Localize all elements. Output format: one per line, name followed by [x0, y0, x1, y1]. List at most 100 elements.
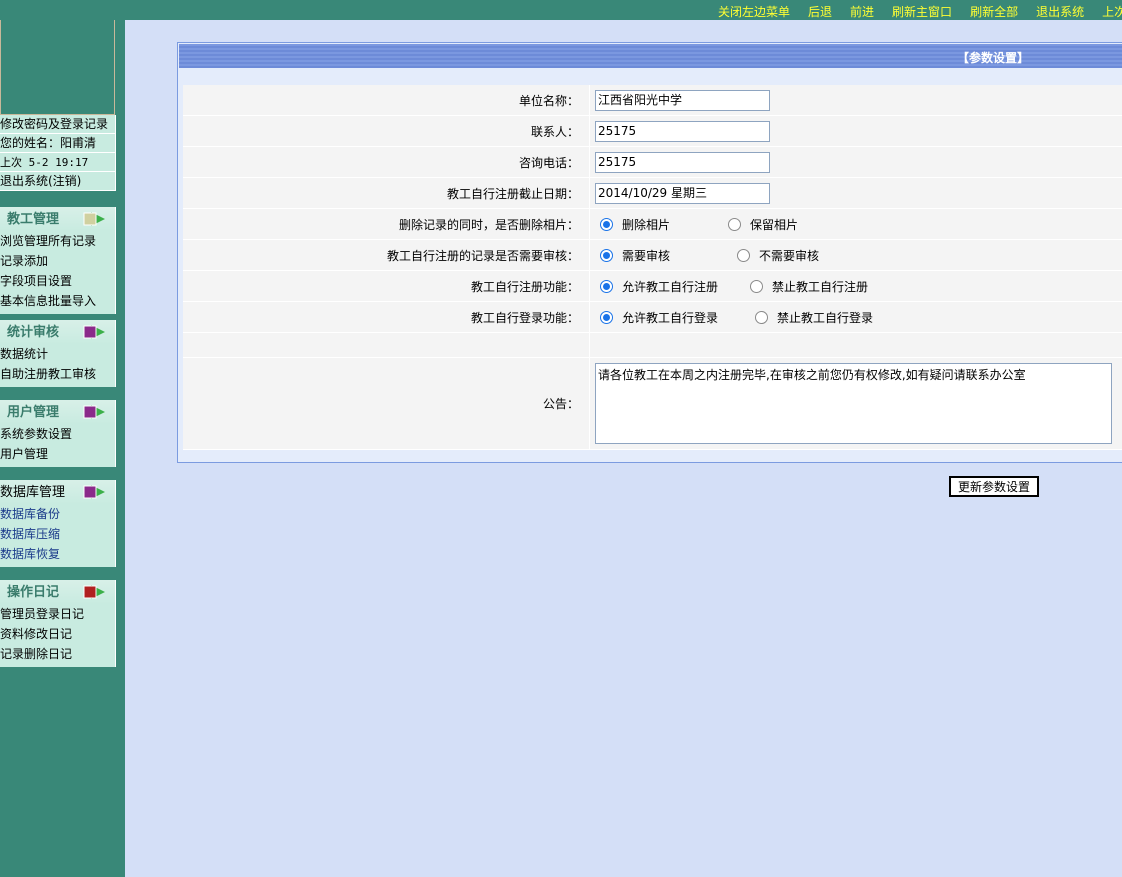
- field-label: 教工自行注册的记录是否需要审核：: [183, 240, 590, 270]
- menu-item[interactable]: 管理员登录日记: [0, 604, 115, 624]
- menu-section-title: 统计审核: [7, 325, 60, 340]
- user-name: 您的姓名：阳甫清: [0, 134, 115, 153]
- radio-label: 删除相片: [622, 217, 671, 232]
- radio-option[interactable]: 禁止教工自行登录: [755, 309, 873, 326]
- menu-item[interactable]: 自助注册教工审核: [0, 364, 115, 384]
- radio-label: 允许教工自行注册: [622, 279, 719, 294]
- radio-button[interactable]: [600, 310, 613, 324]
- panel-header: 【参数设置】: [179, 44, 1122, 68]
- field-label: 删除记录的同时，是否删除相片：: [183, 209, 590, 239]
- radio-option[interactable]: 不需要审核: [737, 247, 819, 264]
- field-label: 联系人：: [183, 116, 590, 146]
- field-label: 单位名称：: [183, 85, 590, 115]
- radio-option[interactable]: 禁止教工自行注册: [750, 278, 868, 295]
- form-row: 删除记录的同时，是否删除相片： 删除相片 保留相片: [183, 209, 1122, 240]
- field-label: 教工自行注册功能：: [183, 271, 590, 301]
- menu-section-3: 数据库管理数据库备份 数据库压缩 数据库恢复: [0, 480, 116, 567]
- field-input[interactable]: 2014/10/29 星期三: [595, 182, 770, 204]
- radio-button[interactable]: [600, 217, 613, 231]
- change-password-link[interactable]: 修改密码及登录记录: [0, 115, 115, 134]
- menu-section-header[interactable]: 统计审核: [0, 320, 115, 344]
- form-row: 教工自行登录功能： 允许教工自行登录 禁止教工自行登录: [183, 302, 1122, 333]
- field-value-cell: 25175: [590, 116, 770, 146]
- menu-section-title: 数据库管理: [0, 485, 66, 500]
- menu-section-header[interactable]: 教工管理: [0, 207, 115, 231]
- form-row: 联系人： 25175: [183, 116, 1122, 147]
- radio-label: 需要审核: [622, 248, 671, 263]
- radio-group: 允许教工自行注册 禁止教工自行注册: [590, 271, 868, 301]
- menu-item[interactable]: 记录添加: [0, 251, 115, 271]
- menu-section-header[interactable]: 操作日记: [0, 580, 115, 604]
- top-nav-bar: 关闭左边菜单 后退 前进 刷新主窗口 刷新全部 退出系统 上次登录: [0, 0, 1122, 20]
- menu-item[interactable]: 记录删除日记: [0, 644, 115, 664]
- menu-item[interactable]: 字段项目设置: [0, 271, 115, 291]
- field-input[interactable]: 25175: [595, 151, 770, 173]
- menu-item[interactable]: 用户管理: [0, 444, 115, 464]
- top-link-2[interactable]: 前进: [850, 5, 874, 19]
- menu-item[interactable]: 系统参数设置: [0, 424, 115, 444]
- logout-link[interactable]: 退出系统(注销): [0, 172, 115, 191]
- notice-label: 公告：: [183, 358, 590, 449]
- notice-textarea[interactable]: 请各位教工在本周之内注册完毕,在审核之前您仍有权修改,如有疑问请联系办公室: [595, 363, 1112, 444]
- field-value-cell: 江西省阳光中学: [590, 85, 770, 115]
- form-row: 咨询电话： 25175: [183, 147, 1122, 178]
- top-link-3[interactable]: 刷新主窗口: [892, 5, 952, 19]
- radio-option[interactable]: 需要审核: [600, 247, 737, 264]
- update-settings-button[interactable]: 更新参数设置: [949, 476, 1039, 497]
- field-value-cell: 25175: [590, 147, 770, 177]
- field-input[interactable]: 25175: [595, 120, 770, 142]
- field-label: 咨询电话：: [183, 147, 590, 177]
- radio-label: 禁止教工自行注册: [772, 279, 869, 294]
- panel-title: 【参数设置】: [957, 51, 1030, 65]
- radio-option[interactable]: 保留相片: [728, 216, 798, 233]
- spacer-row: [183, 333, 1122, 358]
- radio-label: 允许教工自行登录: [622, 310, 719, 325]
- field-label: 教工自行注册截止日期：: [183, 178, 590, 208]
- menu-item[interactable]: 浏览管理所有记录: [0, 231, 115, 251]
- radio-group: 需要审核 不需要审核: [590, 240, 819, 270]
- top-link-1[interactable]: 后退: [808, 5, 832, 19]
- field-value-cell: 2014/10/29 星期三: [590, 178, 770, 208]
- sidebar: 修改密码及登录记录 您的姓名：阳甫清 上次 5-2 19:17 退出系统(注销)…: [0, 0, 125, 877]
- settings-panel: 【参数设置】 单位名称： 江西省阳光中学 联系人： 25175 咨询电话： 25175 教工…: [177, 42, 1122, 463]
- radio-option[interactable]: 删除相片: [600, 216, 728, 233]
- menu-item[interactable]: 基本信息批量导入: [0, 291, 115, 311]
- menu-item[interactable]: 数据统计: [0, 344, 115, 364]
- menu-item[interactable]: 数据库恢复: [0, 544, 115, 564]
- field-input[interactable]: 江西省阳光中学: [595, 89, 770, 111]
- radio-label: 禁止教工自行登录: [777, 310, 874, 325]
- radio-button[interactable]: [600, 279, 613, 293]
- section-icon: [83, 584, 105, 600]
- menu-section-title: 用户管理: [7, 405, 60, 420]
- last-login: 上次 5-2 19:17: [0, 153, 115, 172]
- radio-button[interactable]: [728, 217, 741, 231]
- top-link-0[interactable]: 关闭左边菜单: [718, 5, 790, 19]
- menu-section-0: 教工管理浏览管理所有记录 记录添加 字段项目设置 基本信息批量导入: [0, 207, 116, 314]
- radio-button[interactable]: [755, 310, 768, 324]
- radio-button[interactable]: [600, 248, 613, 262]
- top-link-5[interactable]: 退出系统: [1036, 5, 1084, 19]
- menu-item[interactable]: 资料修改日记: [0, 624, 115, 644]
- section-icon: [83, 324, 105, 340]
- section-icon: [83, 404, 105, 420]
- radio-button[interactable]: [737, 248, 750, 262]
- menu-section-header[interactable]: 数据库管理: [0, 480, 115, 504]
- radio-option[interactable]: 允许教工自行注册: [600, 278, 750, 295]
- menu-item[interactable]: 数据库压缩: [0, 524, 115, 544]
- top-link-6[interactable]: 上次登录: [1102, 5, 1122, 19]
- menu-section-2: 用户管理 系统参数设置 用户管理: [0, 400, 116, 467]
- radio-option[interactable]: 允许教工自行登录: [600, 309, 755, 326]
- empty-cell: [183, 333, 590, 357]
- menu-section-header[interactable]: 用户管理: [0, 400, 115, 424]
- form-row: 教工自行注册的记录是否需要审核： 需要审核 不需要审核: [183, 240, 1122, 271]
- radio-label: 不需要审核: [759, 248, 820, 263]
- menu-section-title: 教工管理: [7, 212, 60, 227]
- top-link-4[interactable]: 刷新全部: [970, 5, 1018, 19]
- radio-group: 删除相片 保留相片: [590, 209, 798, 239]
- menu-item[interactable]: 数据库备份: [0, 504, 115, 524]
- form-row: 教工自行注册截止日期： 2014/10/29 星期三: [183, 178, 1122, 209]
- radio-button[interactable]: [750, 279, 763, 293]
- form-row: 单位名称： 江西省阳光中学: [183, 85, 1122, 116]
- field-label: 教工自行登录功能：: [183, 302, 590, 332]
- radio-label: 保留相片: [750, 217, 799, 232]
